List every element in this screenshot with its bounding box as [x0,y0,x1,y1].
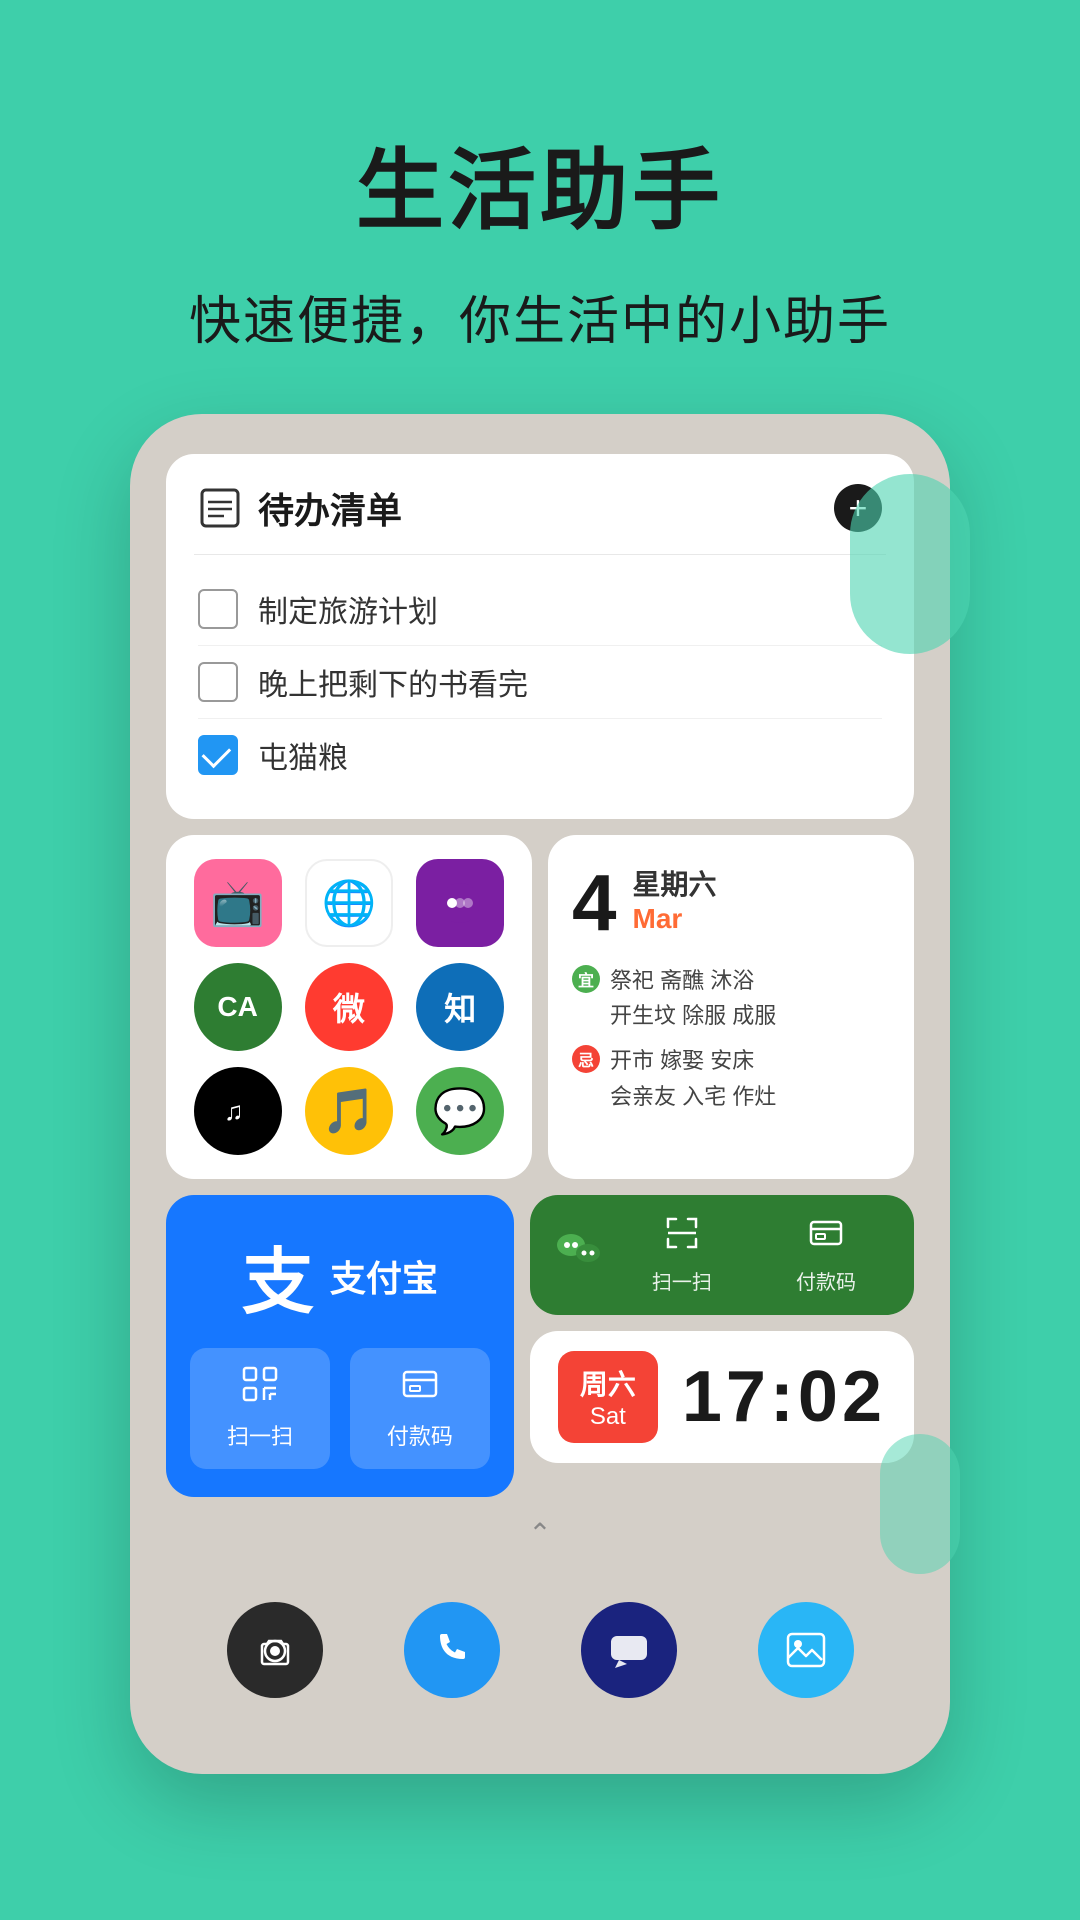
todo-item-3[interactable]: 屯猫粮 [198,718,882,791]
media-app-icon[interactable]: 📺 [194,859,282,947]
calendar-auspicious: 宜 祭祀 斋醮 沐浴开生坟 除服 成服 忌 开市 嫁娶 安床会亲友 入宅 作灶 [572,963,890,1114]
calendar-day-info: 星期六 Mar [633,863,717,935]
payment-row: 支 支付宝 [166,1195,914,1497]
messages-dock-icon[interactable] [581,1602,677,1698]
alipay-pay-label: 付款码 [387,1419,453,1451]
scan-icon [242,1366,278,1411]
chrome-app-icon[interactable]: 🌐 [305,859,393,947]
wechat-scan-button[interactable]: 扫一扫 [618,1215,746,1295]
clock-badge: 周六 Sat [558,1351,658,1443]
wechat-pay-card: 扫一扫 付款码 [530,1195,914,1315]
todo-divider [194,554,886,555]
checkbox-3[interactable] [198,735,238,775]
checkbox-2[interactable] [198,662,238,702]
app-row-2: CA 微 知 [190,963,508,1051]
alipay-scan-label: 扫一扫 [227,1419,293,1451]
wechat-dock-icon[interactable]: 💬 [416,1067,504,1155]
cal-bad-badge: 忌 [572,1045,600,1073]
todo-header: 待办清单 + [198,482,882,534]
gallery-dock-icon[interactable] [758,1602,854,1698]
zhihu-app-icon[interactable]: 知 [416,963,504,1051]
todo-text-2: 晚上把剩下的书看完 [258,660,528,704]
phone-dock-icon[interactable] [404,1602,500,1698]
cal-good-items: 祭祀 斋醮 沐浴开生坟 除服 成服 [610,963,776,1033]
calendar-day: 4 [572,863,617,943]
todo-text-3: 屯猫粮 [258,733,348,777]
clock-dayname: Sat [590,1403,626,1431]
deco-shape-tr [850,474,970,654]
clock-card: 周六 Sat 17:02 [530,1331,914,1463]
todo-text-1: 制定旅游计划 [258,587,438,631]
music-app-icon[interactable]: 🎵 [305,1067,393,1155]
app-subtitle: 快速便捷，你生活中的小助手 [40,279,1040,354]
stats-app-icon[interactable] [416,859,504,947]
alipay-pay-button[interactable]: 付款码 [350,1348,490,1469]
app-row-3: ♫ 🎵 💬 [190,1067,508,1155]
app-row-1: 📺 🌐 [190,859,508,947]
cal-good-row: 宜 祭祀 斋醮 沐浴开生坟 除服 成服 [572,963,890,1033]
wechat-scan-label: 扫一扫 [652,1266,712,1295]
pay-icon [402,1366,438,1411]
svg-text:♫: ♫ [224,1096,244,1126]
camera-dock-icon[interactable] [227,1602,323,1698]
todo-card: 待办清单 + 制定旅游计划 晚上把剩下的书看完 屯猫粮 [166,454,914,819]
wechat-actions: 扫一扫 付款码 [618,1215,890,1295]
alipay-actions: 扫一扫 付款码 [190,1348,490,1469]
wechat-pay-button[interactable]: 付款码 [762,1215,890,1295]
alipay-logo: 支 [242,1223,314,1328]
alipay-name: 支付宝 [330,1250,438,1302]
calendar-card: 4 星期六 Mar 宜 祭祀 斋醮 沐浴开生坟 除服 成服 忌 开市 嫁娶 安床… [548,835,914,1179]
bottom-dock [166,1578,914,1714]
clock-weekday: 周六 [580,1363,636,1403]
wechat-pay-label: 付款码 [796,1266,856,1295]
wechat-column: 扫一扫 付款码 [530,1195,914,1497]
todo-item-1[interactable]: 制定旅游计划 [198,573,882,645]
weibo-app-icon[interactable]: 微 [305,963,393,1051]
phone-mockup: 待办清单 + 制定旅游计划 晚上把剩下的书看完 屯猫粮 [130,414,950,1774]
wechat-pay-icon [808,1215,844,1260]
cal-good-badge: 宜 [572,965,600,993]
clock-time: 17:02 [682,1356,886,1438]
checkbox-1[interactable] [198,589,238,629]
app-title: 生活助手 [40,120,1040,247]
ca-app-icon[interactable]: CA [194,963,282,1051]
todo-title: 待办清单 [258,482,402,534]
todo-item-2[interactable]: 晚上把剩下的书看完 [198,645,882,718]
alipay-top: 支 支付宝 [242,1223,438,1328]
tiktok-app-icon[interactable]: ♫ [194,1067,282,1155]
phone-screen: 待办清单 + 制定旅游计划 晚上把剩下的书看完 屯猫粮 [166,454,914,1714]
todo-list-icon [198,486,242,530]
chevron-up-indicator[interactable]: ⌃ [166,1513,914,1554]
wechat-logo [554,1225,602,1285]
cal-bad-row: 忌 开市 嫁娶 安床会亲友 入宅 作灶 [572,1043,890,1113]
middle-row: 📺 🌐 CA 微 知 [166,835,914,1179]
calendar-date-row: 4 星期六 Mar [572,863,890,943]
calendar-weekday: 星期六 [633,863,717,903]
cal-bad-items: 开市 嫁娶 安床会亲友 入宅 作灶 [610,1043,776,1113]
calendar-month: Mar [633,903,717,935]
wechat-scan-icon [664,1215,700,1260]
alipay-scan-button[interactable]: 扫一扫 [190,1348,330,1469]
todo-header-left: 待办清单 [198,482,402,534]
deco-shape-br [880,1434,960,1574]
app-grid-card: 📺 🌐 CA 微 知 [166,835,532,1179]
alipay-card: 支 支付宝 [166,1195,514,1497]
header: 生活助手 快速便捷，你生活中的小助手 [0,0,1080,414]
